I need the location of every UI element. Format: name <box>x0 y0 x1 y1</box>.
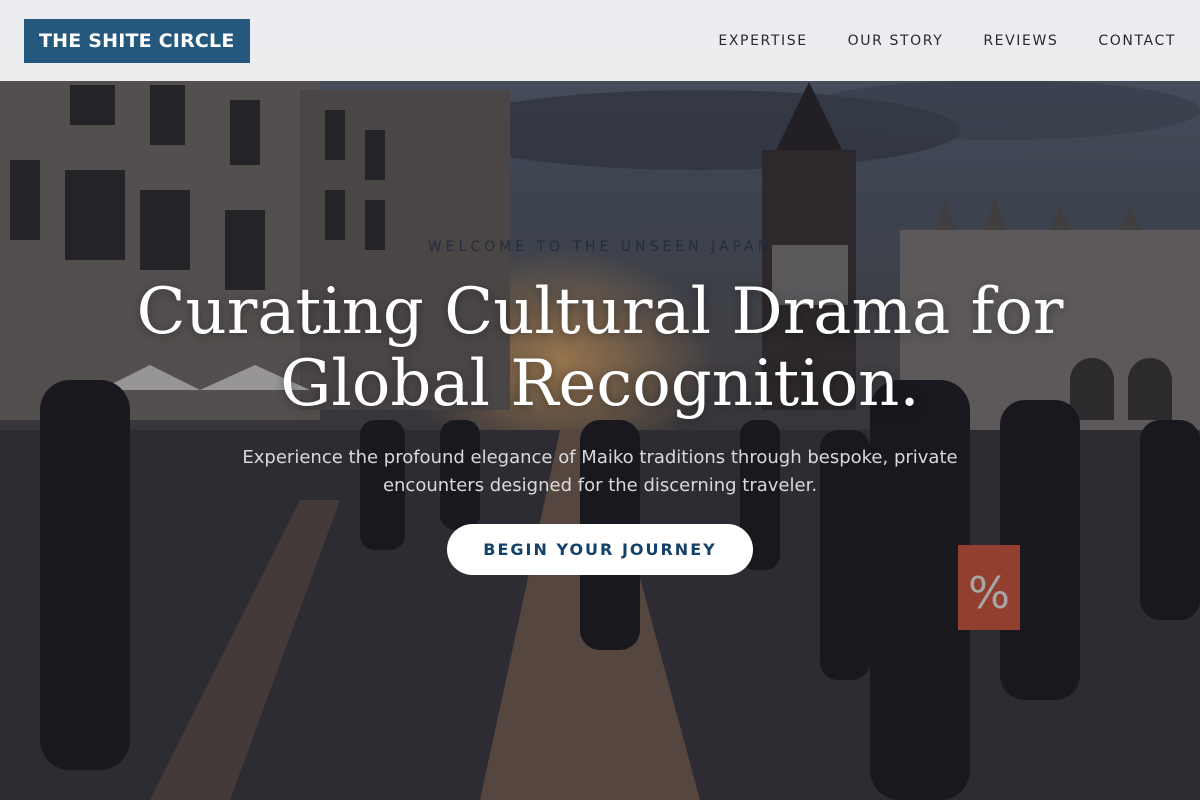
hero-headline: Curating Cultural Drama for Global Recog… <box>100 276 1100 420</box>
brand-logo[interactable]: THE SHITE CIRCLE <box>24 18 250 63</box>
hero-subtitle: Experience the profound elegance of Maik… <box>190 444 1010 500</box>
begin-journey-button[interactable]: BEGIN YOUR JOURNEY <box>447 524 753 575</box>
nav-link-expertise[interactable]: EXPERTISE <box>718 33 807 49</box>
hero-headline-line-2: Global Recognition. <box>280 347 920 421</box>
main-nav: EXPERTISE OUR STORY REVIEWS CONTACT <box>718 33 1176 49</box>
nav-link-contact[interactable]: CONTACT <box>1098 33 1176 49</box>
nav-link-our-story[interactable]: OUR STORY <box>848 33 944 49</box>
nav-link-reviews[interactable]: REVIEWS <box>983 33 1058 49</box>
hero-subtitle-line-2: encounters designed for the discerning t… <box>382 475 818 496</box>
hero-eyebrow: WELCOME TO THE UNSEEN JAPAN <box>427 239 773 255</box>
site-header: THE SHITE CIRCLE EXPERTISE OUR STORY REV… <box>0 0 1200 81</box>
hero-headline-line-1: Curating Cultural Drama for <box>136 275 1064 349</box>
hero-subtitle-line-1: Experience the profound elegance of Maik… <box>242 447 958 468</box>
